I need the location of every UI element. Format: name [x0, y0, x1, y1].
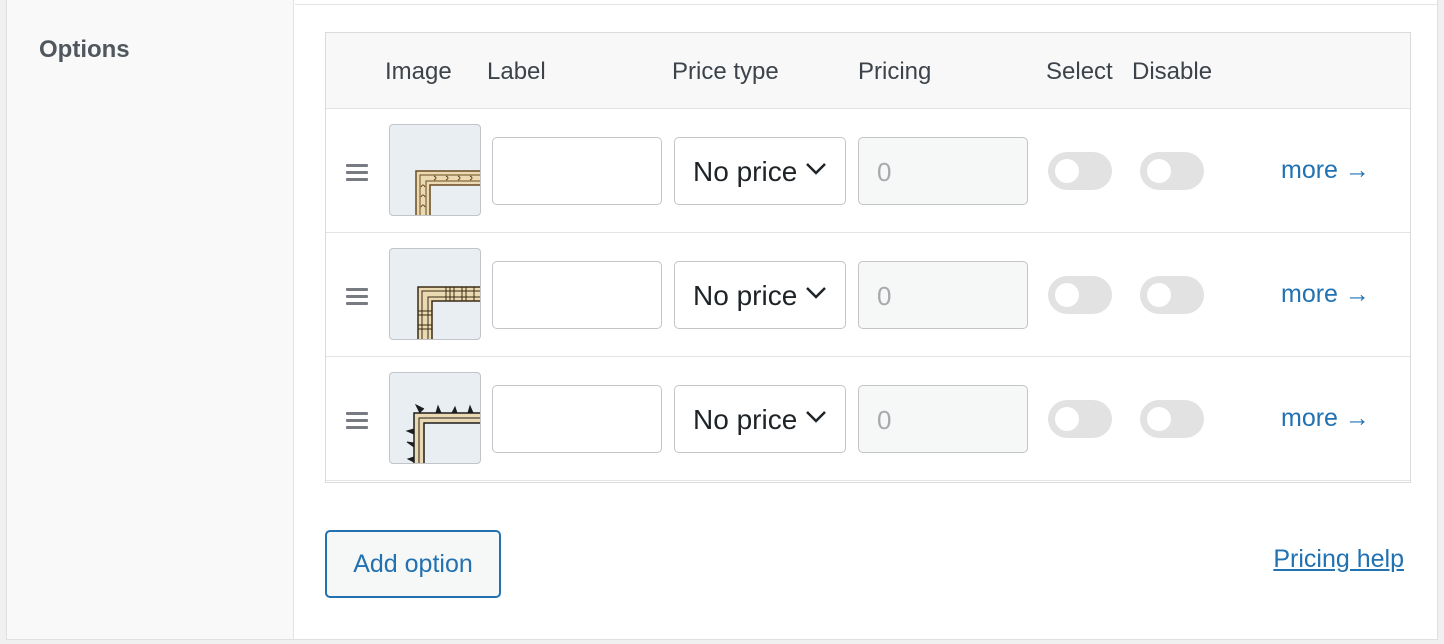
- drag-handle-icon[interactable]: [346, 412, 368, 430]
- price-type-select[interactable]: No price: [674, 385, 846, 453]
- ornate-frame-corner-icon: [415, 170, 480, 215]
- ladder-frame-corner-icon: [417, 286, 480, 339]
- more-link[interactable]: more →: [1281, 156, 1370, 185]
- price-type-value: No price: [693, 404, 797, 435]
- pricing-placeholder: 0: [877, 157, 892, 187]
- toggle-knob: [1147, 283, 1171, 307]
- header-pricing: Pricing: [858, 58, 932, 85]
- price-type-value: No price: [693, 280, 797, 311]
- section-title: Options: [39, 36, 130, 63]
- disable-toggle[interactable]: [1140, 400, 1204, 438]
- disable-toggle[interactable]: [1140, 152, 1204, 190]
- price-type-value: No price: [693, 156, 797, 187]
- more-link[interactable]: more →: [1281, 280, 1370, 309]
- header-select: Select: [1046, 58, 1113, 85]
- header-label: Label: [487, 58, 546, 85]
- toggle-knob: [1147, 407, 1171, 431]
- option-row: No price 0 more →: [326, 109, 1410, 233]
- table-header: Image Label Price type Pricing Select Di…: [326, 33, 1410, 109]
- pricing-placeholder: 0: [877, 405, 892, 435]
- options-table: Image Label Price type Pricing Select Di…: [325, 32, 1411, 483]
- field-label-column: Options: [7, 0, 294, 639]
- divider: [295, 4, 1438, 5]
- chevron-down-icon: [806, 411, 826, 423]
- select-toggle[interactable]: [1048, 152, 1112, 190]
- add-option-button[interactable]: Add option: [325, 530, 501, 598]
- select-toggle[interactable]: [1048, 276, 1112, 314]
- option-row: No price 0 more →: [326, 357, 1410, 481]
- option-image-thumbnail[interactable]: [389, 372, 481, 464]
- pricing-input[interactable]: 0: [858, 137, 1028, 205]
- chevron-down-icon: [806, 163, 826, 175]
- price-type-select[interactable]: No price: [674, 137, 846, 205]
- option-row: No price 0 more →: [326, 233, 1410, 357]
- pricing-input[interactable]: 0: [858, 385, 1028, 453]
- header-disable: Disable: [1132, 58, 1213, 85]
- header-price-type: Price type: [672, 58, 779, 85]
- toggle-knob: [1147, 159, 1171, 183]
- option-label-input[interactable]: [492, 261, 662, 329]
- select-toggle[interactable]: [1048, 400, 1112, 438]
- header-image: Image: [385, 58, 452, 85]
- option-label-input[interactable]: [492, 385, 662, 453]
- price-type-select[interactable]: No price: [674, 261, 846, 329]
- toggle-knob: [1055, 407, 1079, 431]
- pricing-input[interactable]: 0: [858, 261, 1028, 329]
- thorny-frame-corner-icon: [405, 403, 480, 463]
- option-image-thumbnail[interactable]: [389, 248, 481, 340]
- toggle-knob: [1055, 283, 1079, 307]
- drag-handle-icon[interactable]: [346, 288, 368, 306]
- chevron-down-icon: [806, 287, 826, 299]
- options-panel: Options Image Label Price type Pricing S…: [6, 0, 1438, 640]
- pricing-help-link[interactable]: Pricing help: [1273, 545, 1404, 574]
- pricing-placeholder: 0: [877, 281, 892, 311]
- option-label-input[interactable]: [492, 137, 662, 205]
- toggle-knob: [1055, 159, 1079, 183]
- more-link[interactable]: more →: [1281, 404, 1370, 433]
- drag-handle-icon[interactable]: [346, 164, 368, 182]
- disable-toggle[interactable]: [1140, 276, 1204, 314]
- option-image-thumbnail[interactable]: [389, 124, 481, 216]
